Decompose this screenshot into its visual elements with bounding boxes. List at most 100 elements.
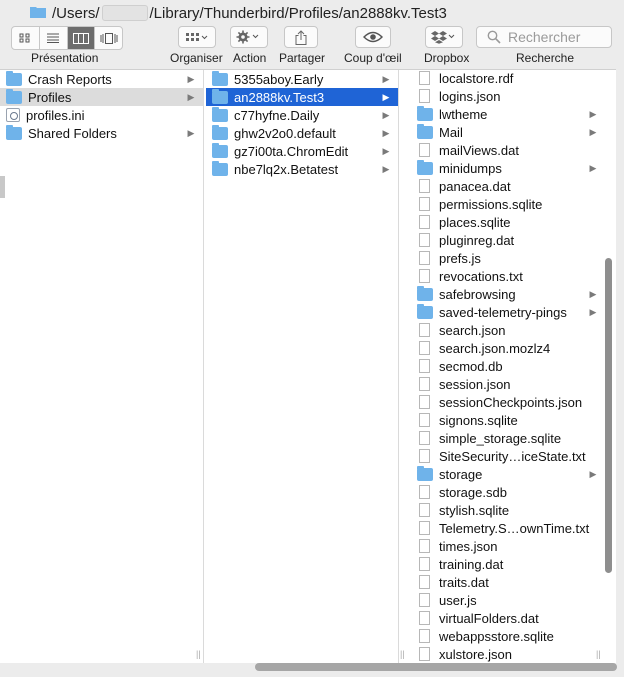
list-item[interactable]: revocations.txt: [411, 267, 605, 285]
document-icon: [419, 629, 430, 643]
list-item[interactable]: ghw2v2o0.default ▶: [206, 124, 398, 142]
item-name: user.js: [439, 592, 477, 608]
item-name: Shared Folders: [28, 125, 117, 141]
folder-icon: [417, 285, 433, 301]
disclosure-arrow-icon: ▶: [187, 91, 195, 102]
folder-icon: [6, 124, 22, 140]
quicklook-label: Coup d'œil: [344, 51, 402, 65]
document-icon: [419, 215, 430, 229]
item-name: mailViews.dat: [439, 142, 519, 158]
column-library: Crash Reports ▶ Profiles ▶ profiles.ini Share…: [0, 70, 204, 663]
list-item[interactable]: gz7i00ta.ChromEdit ▶: [206, 142, 398, 160]
list-item[interactable]: saved-telemetry-pings ▶: [411, 303, 605, 321]
document-icon: [419, 557, 430, 571]
list-item[interactable]: user.js: [411, 591, 605, 609]
item-name: signons.sqlite: [439, 412, 518, 428]
list-item[interactable]: signons.sqlite: [411, 411, 605, 429]
quicklook-button[interactable]: [355, 26, 391, 48]
list-item[interactable]: places.sqlite: [411, 213, 605, 231]
list-item[interactable]: c77hyfne.Daily ▶: [206, 106, 398, 124]
organize-button[interactable]: [178, 26, 216, 48]
folder-icon: [6, 88, 22, 104]
folder-icon: [212, 88, 228, 104]
document-icon: [419, 485, 430, 499]
list-item[interactable]: 5355aboy.Early ▶: [206, 70, 398, 88]
folder-icon: [417, 123, 433, 139]
list-item[interactable]: mailViews.dat: [411, 141, 605, 159]
column-resize-handle[interactable]: ||: [196, 649, 201, 659]
list-item[interactable]: pluginreg.dat: [411, 231, 605, 249]
list-item[interactable]: Shared Folders ▶: [0, 124, 203, 142]
document-icon: [419, 233, 430, 247]
document-icon: [419, 503, 430, 517]
list-item[interactable]: simple_storage.sqlite: [411, 429, 605, 447]
document-icon: [419, 71, 430, 85]
item-name: times.json: [439, 538, 498, 554]
disclosure-arrow-icon: ▶: [382, 91, 390, 102]
folder-icon: [417, 105, 433, 121]
item-name: minidumps: [439, 160, 502, 176]
list-view-button[interactable]: [40, 27, 68, 49]
item-name: Crash Reports: [28, 71, 112, 87]
list-item[interactable]: Mail ▶: [411, 123, 605, 141]
list-item[interactable]: nbe7lq2x.Betatest ▶: [206, 160, 398, 178]
share-button[interactable]: [284, 26, 318, 48]
disclosure-arrow-icon: ▶: [187, 73, 195, 84]
list-item[interactable]: minidumps ▶: [411, 159, 605, 177]
item-name: safebrowsing: [439, 286, 516, 302]
icon-view-button[interactable]: [12, 27, 40, 49]
list-item[interactable]: webappsstore.sqlite: [411, 627, 605, 645]
columns-icon: [72, 32, 89, 44]
horizontal-scrollbar[interactable]: [255, 663, 617, 671]
disclosure-arrow-icon: ▶: [589, 162, 597, 173]
list-item[interactable]: SiteSecurity…iceState.txt: [411, 447, 605, 465]
list-item[interactable]: permissions.sqlite: [411, 195, 605, 213]
list-item[interactable]: storage.sdb: [411, 483, 605, 501]
list-item[interactable]: profiles.ini: [0, 106, 203, 124]
view-mode-control[interactable]: [11, 26, 123, 50]
list-item[interactable]: stylish.sqlite: [411, 501, 605, 519]
list-item[interactable]: times.json: [411, 537, 605, 555]
list-item[interactable]: Profiles ▶: [0, 88, 203, 106]
column-profiles: 5355aboy.Early ▶ an2888kv.Test3 ▶ c77hyfne.D…: [206, 70, 399, 663]
column-resize-handle[interactable]: ||: [596, 649, 601, 659]
disclosure-arrow-icon: ▶: [589, 306, 597, 317]
list-item[interactable]: virtualFolders.dat: [411, 609, 605, 627]
list-item[interactable]: sessionCheckpoints.json: [411, 393, 605, 411]
action-button[interactable]: [230, 26, 268, 48]
dropbox-button[interactable]: [425, 26, 463, 48]
list-item[interactable]: localstore.rdf: [411, 69, 605, 87]
list-item[interactable]: search.json.mozlz4: [411, 339, 605, 357]
list-item[interactable]: traits.dat: [411, 573, 605, 591]
list-item[interactable]: storage ▶: [411, 465, 605, 483]
list-item[interactable]: lwtheme ▶: [411, 105, 605, 123]
item-name: gz7i00ta.ChromEdit: [234, 143, 349, 159]
list-item[interactable]: xulstore.json: [411, 645, 605, 663]
column-resize-handle[interactable]: ||: [400, 649, 405, 659]
list-item[interactable]: an2888kv.Test3 ▶: [206, 88, 398, 106]
list-item[interactable]: training.dat: [411, 555, 605, 573]
list-item[interactable]: session.json: [411, 375, 605, 393]
list-item[interactable]: prefs.js: [411, 249, 605, 267]
coverflow-view-button[interactable]: [95, 27, 122, 49]
folder-icon: [417, 465, 433, 481]
item-name: revocations.txt: [439, 268, 523, 284]
column-view-button[interactable]: [67, 27, 96, 49]
list-item[interactable]: Crash Reports ▶: [0, 70, 203, 88]
item-name: pluginreg.dat: [439, 232, 515, 248]
document-icon: [419, 647, 430, 661]
list-item[interactable]: Telemetry.S…ownTime.txt: [411, 519, 605, 537]
list-item[interactable]: safebrowsing ▶: [411, 285, 605, 303]
list-item[interactable]: search.json: [411, 321, 605, 339]
search-field[interactable]: Rechercher: [476, 26, 612, 48]
document-icon: [419, 449, 430, 463]
item-name: Telemetry.S…ownTime.txt: [439, 520, 590, 536]
disclosure-arrow-icon: ▶: [187, 127, 195, 138]
list-item[interactable]: logins.json: [411, 87, 605, 105]
document-icon: [419, 251, 430, 265]
share-label: Partager: [279, 51, 326, 65]
vertical-scrollbar[interactable]: [605, 258, 612, 573]
document-icon: [419, 89, 430, 103]
list-item[interactable]: secmod.db: [411, 357, 605, 375]
list-item[interactable]: panacea.dat: [411, 177, 605, 195]
